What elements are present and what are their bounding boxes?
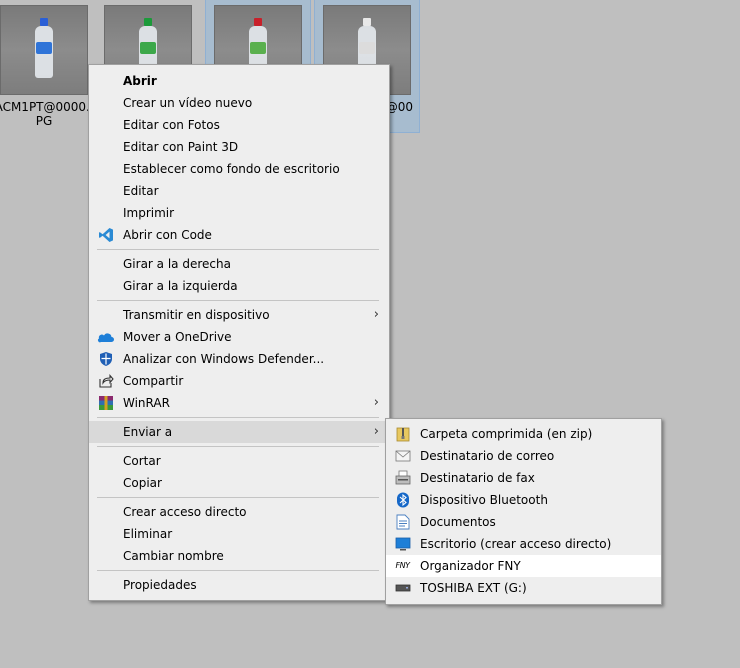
menu-item-label: Editar con Fotos [123, 118, 220, 132]
onedrive-icon [97, 329, 114, 345]
menu-item-editar-fotos[interactable]: Editar con Fotos [89, 114, 389, 136]
submenu-item-label: Organizador FNY [420, 559, 521, 573]
share-icon [97, 373, 114, 389]
mail-recipient-icon [394, 448, 411, 464]
chevron-right-icon: › [373, 395, 379, 410]
menu-item-propiedades[interactable]: Propiedades [89, 574, 389, 596]
menu-item-label: Cortar [123, 454, 161, 468]
submenu-item-label: Escritorio (crear acceso directo) [420, 537, 612, 551]
menu-separator [97, 570, 379, 571]
windows-defender-icon [97, 351, 114, 367]
menu-item-defender[interactable]: Analizar con Windows Defender... [89, 348, 389, 370]
zip-folder-icon [394, 426, 411, 442]
menu-separator [97, 497, 379, 498]
menu-item-girar-derecha[interactable]: Girar a la derecha [89, 253, 389, 275]
menu-item-label: Editar con Paint 3D [123, 140, 239, 154]
submenu-item-label: Dispositivo Bluetooth [420, 493, 548, 507]
fax-icon [394, 470, 411, 486]
menu-item-abrir-code[interactable]: Abrir con Code [89, 224, 389, 246]
vscode-icon [97, 227, 114, 243]
winrar-icon [97, 395, 114, 411]
send-to-submenu: Carpeta comprimida (en zip) Destinatario… [385, 418, 662, 605]
context-menu: Abrir Crear un vídeo nuevo Editar con Fo… [88, 64, 390, 601]
menu-item-enviar-a[interactable]: Enviar a › [89, 421, 389, 443]
menu-item-label: WinRAR [123, 396, 170, 410]
menu-item-label: Imprimir [123, 206, 175, 220]
menu-separator [97, 446, 379, 447]
menu-separator [97, 417, 379, 418]
submenu-item-fax[interactable]: Destinatario de fax [386, 467, 661, 489]
desktop-icon [394, 536, 411, 552]
submenu-item-toshiba[interactable]: TOSHIBA EXT (G:) [386, 577, 661, 599]
documents-icon [394, 514, 411, 530]
menu-item-label: Transmitir en dispositivo [123, 308, 270, 322]
menu-item-cortar[interactable]: Cortar [89, 450, 389, 472]
menu-item-label: Editar [123, 184, 159, 198]
drive-icon [394, 580, 411, 596]
submenu-item-label: Destinatario de fax [420, 471, 535, 485]
submenu-item-label: Destinatario de correo [420, 449, 555, 463]
menu-item-label: Analizar con Windows Defender... [123, 352, 325, 366]
menu-item-editar[interactable]: Editar [89, 180, 389, 202]
menu-item-label: Mover a OneDrive [123, 330, 232, 344]
menu-separator [97, 300, 379, 301]
menu-item-label: Eliminar [123, 527, 173, 541]
menu-item-girar-izquierda[interactable]: Girar a la izquierda [89, 275, 389, 297]
menu-item-compartir[interactable]: Compartir [89, 370, 389, 392]
menu-item-label: Establecer como fondo de escritorio [123, 162, 340, 176]
image-thumbnail [0, 5, 88, 95]
menu-item-winrar[interactable]: WinRAR › [89, 392, 389, 414]
submenu-item-escritorio[interactable]: Escritorio (crear acceso directo) [386, 533, 661, 555]
menu-item-label: Crear acceso directo [123, 505, 247, 519]
menu-item-eliminar[interactable]: Eliminar [89, 523, 389, 545]
submenu-item-correo[interactable]: Destinatario de correo [386, 445, 661, 467]
menu-item-onedrive[interactable]: Mover a OneDrive [89, 326, 389, 348]
menu-item-label: Abrir con Code [123, 228, 212, 242]
file-name: ACM1PT@0000.JPG [0, 100, 94, 128]
menu-item-fondo-escritorio[interactable]: Establecer como fondo de escritorio [89, 158, 389, 180]
submenu-item-zip[interactable]: Carpeta comprimida (en zip) [386, 423, 661, 445]
menu-item-label: Cambiar nombre [123, 549, 224, 563]
desktop-file[interactable]: ACM1PT@0000.JPG [0, 0, 96, 132]
submenu-item-label: TOSHIBA EXT (G:) [420, 581, 527, 595]
menu-item-copiar[interactable]: Copiar [89, 472, 389, 494]
submenu-item-bluetooth[interactable]: Dispositivo Bluetooth [386, 489, 661, 511]
menu-item-label: Crear un vídeo nuevo [123, 96, 253, 110]
menu-item-imprimir[interactable]: Imprimir [89, 202, 389, 224]
menu-item-cambiar-nombre[interactable]: Cambiar nombre [89, 545, 389, 567]
menu-item-label: Copiar [123, 476, 162, 490]
submenu-item-documentos[interactable]: Documentos [386, 511, 661, 533]
menu-item-crear-acceso[interactable]: Crear acceso directo [89, 501, 389, 523]
menu-item-crear-video[interactable]: Crear un vídeo nuevo [89, 92, 389, 114]
fny-icon: FNY [395, 561, 410, 570]
chevron-right-icon: › [373, 307, 379, 322]
bluetooth-icon [394, 492, 411, 508]
submenu-item-label: Carpeta comprimida (en zip) [420, 427, 593, 441]
menu-item-label: Abrir [123, 74, 157, 88]
chevron-right-icon: › [373, 424, 379, 439]
menu-separator [97, 249, 379, 250]
menu-item-editar-paint3d[interactable]: Editar con Paint 3D [89, 136, 389, 158]
menu-item-abrir[interactable]: Abrir [89, 70, 389, 92]
menu-item-label: Girar a la derecha [123, 257, 231, 271]
submenu-item-label: Documentos [420, 515, 496, 529]
menu-item-label: Propiedades [123, 578, 197, 592]
menu-item-label: Enviar a [123, 425, 173, 439]
menu-item-label: Compartir [123, 374, 184, 388]
menu-item-label: Girar a la izquierda [123, 279, 238, 293]
water-bottle-image [35, 18, 53, 78]
menu-item-transmitir[interactable]: Transmitir en dispositivo › [89, 304, 389, 326]
submenu-item-organizador-fny[interactable]: FNY Organizador FNY [386, 555, 661, 577]
